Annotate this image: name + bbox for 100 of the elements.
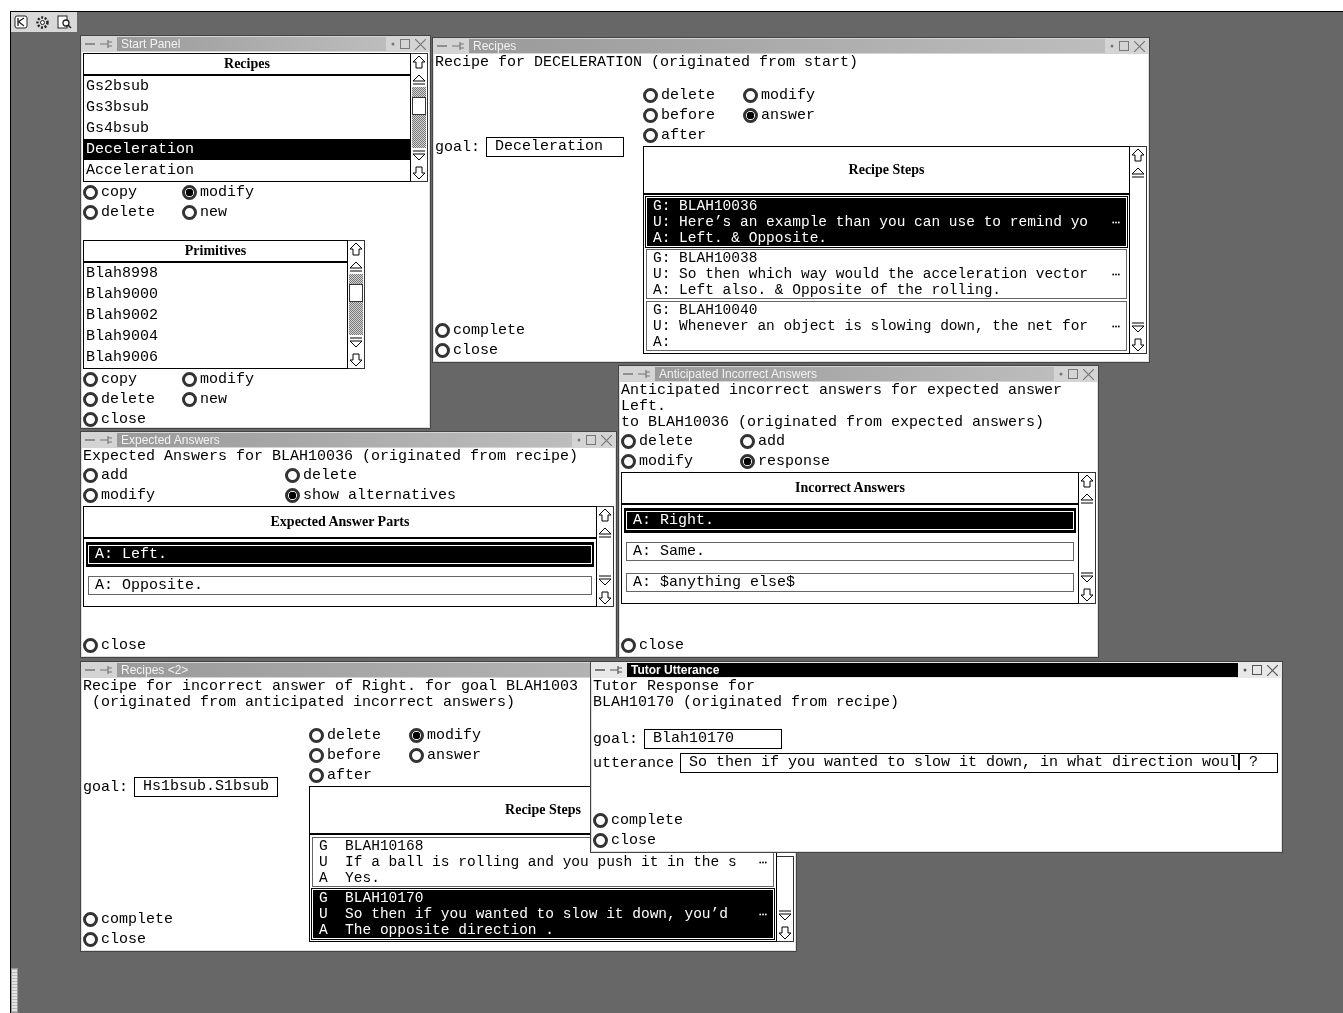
radio-icon[interactable] <box>83 411 98 427</box>
radio-button[interactable]: answer <box>743 105 843 125</box>
chevron-down-icon[interactable] <box>1131 321 1145 335</box>
radio-icon[interactable] <box>83 931 98 947</box>
chevron-down-icon[interactable] <box>778 909 792 923</box>
radio-button[interactable]: modify <box>743 85 843 105</box>
chevron-down-icon[interactable] <box>1080 571 1094 585</box>
radio-button[interactable]: delete <box>83 389 182 409</box>
chevron-up-icon[interactable] <box>1080 491 1094 505</box>
radio-icon[interactable] <box>435 342 450 358</box>
list-item[interactable]: Blah9006 <box>84 347 347 368</box>
radio-icon[interactable] <box>593 812 608 828</box>
arrow-down-icon[interactable] <box>1080 587 1094 602</box>
radio-button[interactable]: copy <box>83 369 182 389</box>
radio-button[interactable]: delete <box>643 85 743 105</box>
maximize-icon[interactable] <box>1068 369 1078 379</box>
radio-button[interactable]: close <box>83 409 428 429</box>
radio-icon[interactable] <box>740 433 755 449</box>
goal-field[interactable]: Blah10170 <box>644 729 782 749</box>
maximize-icon[interactable] <box>1252 665 1262 675</box>
radio-icon[interactable] <box>83 467 98 483</box>
chevron-down-icon[interactable] <box>412 149 426 163</box>
scrollbar[interactable] <box>1130 146 1147 354</box>
radio-icon[interactable] <box>621 637 636 653</box>
radio-icon[interactable] <box>309 767 324 783</box>
radio-icon[interactable] <box>182 204 197 220</box>
utterance-field[interactable]: So then if you wanted to slow it down, in what direction woul ? <box>680 753 1278 773</box>
close-icon[interactable] <box>1134 40 1145 52</box>
radio-button[interactable]: before <box>643 105 743 125</box>
radio-icon[interactable] <box>743 87 758 103</box>
scrollbar[interactable] <box>1079 472 1096 604</box>
radio-icon[interactable] <box>83 371 98 387</box>
goal-field[interactable]: Deceleration <box>486 137 624 157</box>
chevron-up-icon[interactable] <box>598 525 612 539</box>
radio-button[interactable]: copy <box>83 182 182 202</box>
list-item[interactable]: A: Right. <box>624 508 1076 533</box>
radio-icon[interactable] <box>83 911 98 927</box>
step-item[interactable]: G: BLAH10040 U: Whenever an object is slowing down, the net for A: <box>646 301 1127 351</box>
scrollbar[interactable] <box>777 856 794 942</box>
list-item[interactable]: A: $anything else$ <box>624 570 1076 595</box>
scroll-thumb[interactable] <box>412 97 426 115</box>
arrow-up-icon[interactable] <box>412 55 426 70</box>
dot-icon[interactable] <box>391 42 395 46</box>
radio-button[interactable]: answer <box>409 745 509 765</box>
arrow-down-icon[interactable] <box>349 352 363 367</box>
list-item[interactable]: Blah9002 <box>84 305 347 326</box>
list-item[interactable]: Deceleration <box>84 139 410 160</box>
close-icon[interactable] <box>1083 368 1094 380</box>
arrow-up-icon[interactable] <box>1131 148 1145 163</box>
arrow-down-icon[interactable] <box>598 590 612 605</box>
radio-button[interactable]: new <box>182 202 281 222</box>
step-item[interactable]: G BLAH10170 U So then if you wanted to slow it down, you’d A The opposite direction . <box>312 889 774 939</box>
radio-icon[interactable] <box>643 87 658 103</box>
scrollbar[interactable] <box>348 240 365 369</box>
list-item[interactable]: Gs4bsub <box>84 118 410 139</box>
radio-button[interactable]: modify <box>409 725 509 745</box>
radio-icon[interactable] <box>409 727 424 743</box>
list-item[interactable]: Blah9004 <box>84 326 347 347</box>
dot-icon[interactable] <box>577 438 581 442</box>
dot-icon[interactable] <box>1243 668 1247 672</box>
chevron-down-icon[interactable] <box>349 336 363 350</box>
radio-icon[interactable] <box>83 184 98 200</box>
close-icon[interactable] <box>1267 664 1278 676</box>
radio-icon[interactable] <box>309 727 324 743</box>
radio-button[interactable]: close <box>621 635 1096 655</box>
radio-icon[interactable] <box>643 127 658 143</box>
radio-icon[interactable] <box>643 107 658 123</box>
radio-icon[interactable] <box>435 322 450 338</box>
radio-icon[interactable] <box>83 391 98 407</box>
radio-icon[interactable] <box>285 487 300 503</box>
radio-button[interactable]: after <box>309 765 409 785</box>
dot-icon[interactable] <box>1110 44 1114 48</box>
square-icon[interactable] <box>14 15 28 29</box>
scroll-thumb[interactable] <box>349 284 363 302</box>
list-item[interactable]: Acceleration <box>84 160 410 181</box>
search-icon[interactable] <box>57 14 72 30</box>
dot-icon[interactable] <box>1059 372 1063 376</box>
radio-icon[interactable] <box>621 433 636 449</box>
chevron-up-icon[interactable] <box>1131 165 1145 179</box>
maximize-icon[interactable] <box>1119 41 1129 51</box>
panel-handle[interactable] <box>11 968 18 1013</box>
chevron-down-icon[interactable] <box>598 574 612 588</box>
maximize-icon[interactable] <box>586 435 596 445</box>
radio-button[interactable]: close <box>83 635 614 655</box>
radio-button[interactable]: close <box>435 340 643 360</box>
radio-button[interactable]: response <box>740 451 859 471</box>
radio-button[interactable]: delete <box>309 725 409 745</box>
radio-button[interactable]: modify <box>621 451 740 471</box>
scrollbar[interactable] <box>597 506 614 607</box>
list-item[interactable]: Gs3bsub <box>84 97 410 118</box>
close-icon[interactable] <box>415 38 426 50</box>
radio-button[interactable]: complete <box>435 320 643 340</box>
radio-button[interactable]: delete <box>83 202 182 222</box>
radio-icon[interactable] <box>182 184 197 200</box>
radio-icon[interactable] <box>182 391 197 407</box>
radio-icon[interactable] <box>309 747 324 763</box>
radio-button[interactable]: show alternatives <box>285 485 487 505</box>
radio-icon[interactable] <box>182 371 197 387</box>
goal-field[interactable]: Hs1bsub.S1bsub <box>134 777 279 797</box>
list-item[interactable]: Blah8998 <box>84 263 347 284</box>
